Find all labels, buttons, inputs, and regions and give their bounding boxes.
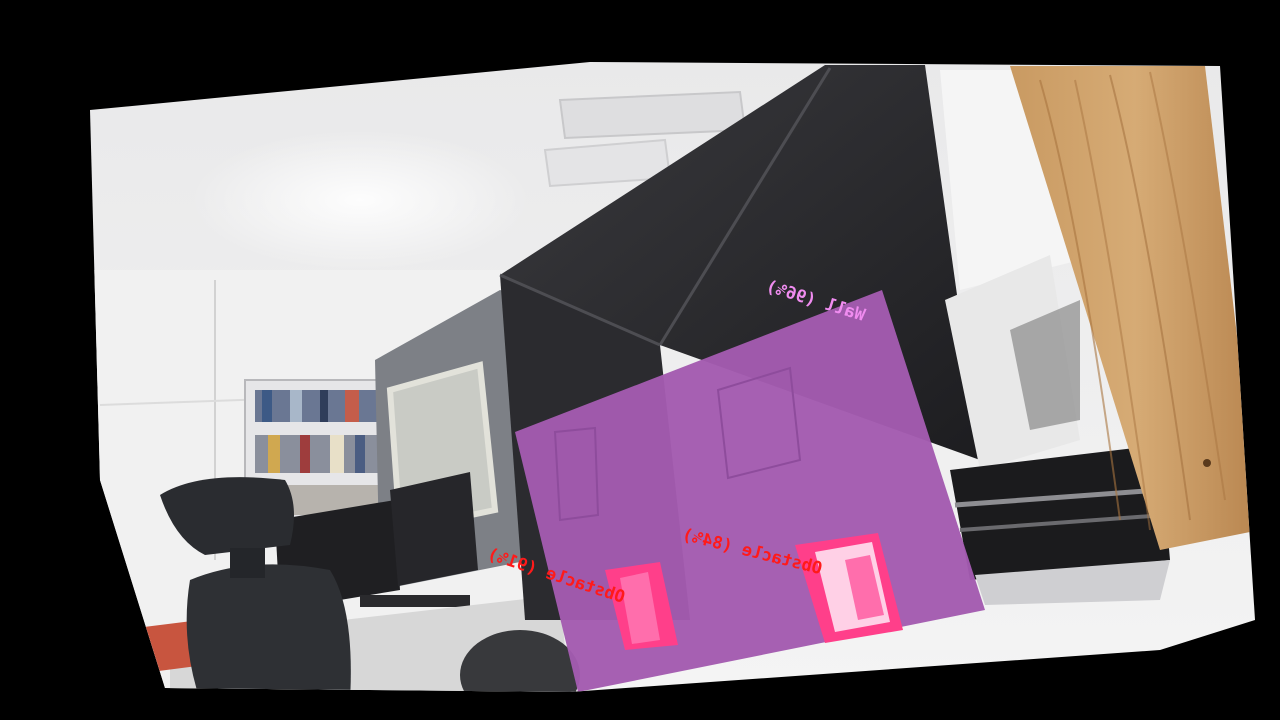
photo-region	[90, 62, 1255, 692]
camera-view: Wall (96%) Obstacle (84%) Obstacle (91%)	[0, 0, 1280, 720]
